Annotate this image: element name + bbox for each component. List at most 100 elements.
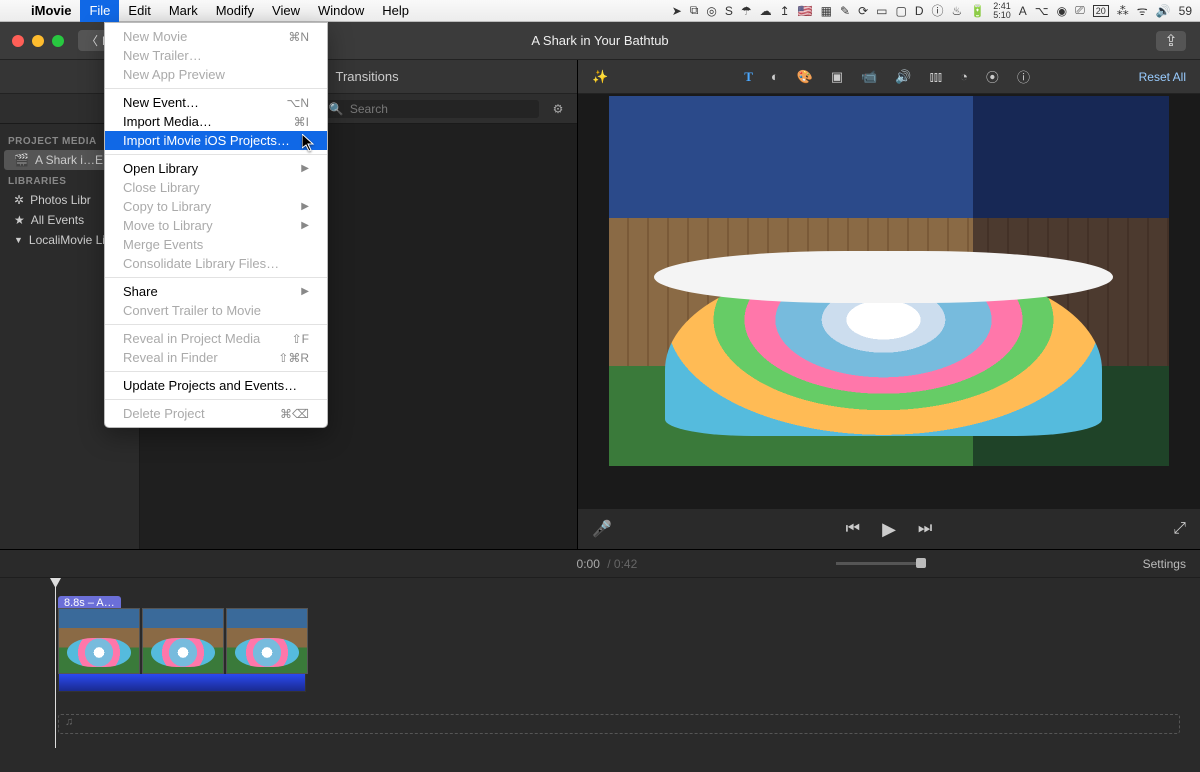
flower-icon: ✲ [14, 193, 24, 207]
zoom-window[interactable] [52, 35, 64, 47]
timeline-duration: / 0:42 [604, 557, 637, 571]
stabilize-icon[interactable]: 📹 [861, 69, 877, 85]
battery-icon: 🔋 [970, 4, 985, 18]
date-icon: 20 [1093, 5, 1109, 17]
play-button[interactable]: ▶ [882, 519, 896, 540]
location-icon: ➤ [672, 4, 682, 18]
timeline-audio[interactable] [58, 674, 306, 692]
bt-icon: ⁂ [1117, 4, 1129, 18]
cc-icon: ◎ [706, 4, 716, 18]
d-icon: D [915, 4, 924, 18]
menu-view[interactable]: View [263, 0, 309, 22]
display-icon: ▭ [876, 4, 887, 18]
viewer[interactable] [578, 94, 1200, 509]
speed-icon[interactable]: ◔ [960, 69, 968, 84]
airplay-icon: ▢ [895, 4, 906, 18]
zoom-slider[interactable] [836, 562, 926, 565]
search-input[interactable]: 🔍Search [321, 100, 539, 118]
menu-share[interactable]: Share▶ [105, 282, 327, 301]
menu-delete-project[interactable]: Delete Project⌘⌫ [105, 404, 327, 423]
color-correction-icon[interactable]: 🎨 [797, 69, 813, 85]
timeline-panel: 0:00 / 0:42 Settings 8.8s – A… ♫ [0, 549, 1200, 772]
viewer-frame [609, 96, 1169, 466]
menu-edit[interactable]: Edit [119, 0, 159, 22]
screen-icon: ⎚ [1075, 3, 1085, 18]
menu-new-movie[interactable]: New Movie⌘N [105, 27, 327, 46]
tab-transitions[interactable]: Transitions [335, 69, 398, 84]
menu-import-media[interactable]: Import Media…⌘I [105, 112, 327, 131]
battery-pct: 59 [1179, 4, 1192, 18]
prev-button[interactable]: ⏮ [846, 520, 860, 538]
menu-reveal-finder[interactable]: Reveal in Finder⇧⌘R [105, 348, 327, 367]
menu-new-trailer[interactable]: New Trailer… [105, 46, 327, 65]
menu-copy-to-library[interactable]: Copy to Library▶ [105, 197, 327, 216]
timeline-clip[interactable] [142, 608, 224, 674]
equalizer-icon[interactable]: ⫾⫾⫾ [930, 69, 942, 85]
flame-icon: ♨ [952, 4, 963, 18]
cloud-icon: ☁ [760, 4, 772, 18]
menu-window[interactable]: Window [309, 0, 373, 22]
menu-mark[interactable]: Mark [160, 0, 207, 22]
voiceover-button[interactable]: 🎤 [592, 519, 612, 539]
disclosure-icon: ▼ [14, 235, 23, 245]
dropbox-icon: ⧉ [690, 3, 699, 18]
title-tool-icon[interactable]: T [744, 69, 753, 85]
up-icon: ↥ [780, 4, 790, 18]
clapper-icon: 🎬 [14, 153, 29, 167]
magic-wand-icon[interactable]: ✨ [592, 69, 608, 85]
tool-icon: ⌥ [1035, 4, 1049, 18]
chevron-left-icon: 〈 [86, 32, 98, 49]
next-button[interactable]: ⏭ [918, 520, 932, 538]
crop-icon[interactable]: ▣ [831, 69, 843, 85]
a-icon: A [1019, 4, 1027, 18]
menu-convert-trailer[interactable]: Convert Trailer to Movie [105, 301, 327, 320]
timeline-drop-zone[interactable]: ♫ [58, 714, 1180, 734]
timeline-settings-button[interactable]: Settings [1143, 557, 1186, 571]
share-button[interactable]: ⇪ [1156, 31, 1186, 51]
playback-controls: 🎤 ⏮ ▶ ⏭ ⤢ [578, 509, 1200, 549]
menu-move-to-library[interactable]: Move to Library▶ [105, 216, 327, 235]
volume-icon: 🔊 [1156, 4, 1171, 18]
filter-icon[interactable]: ⦿ [986, 67, 999, 86]
menu-close-library[interactable]: Close Library [105, 178, 327, 197]
app-name[interactable]: iMovie [22, 3, 80, 18]
menu-new-app-preview[interactable]: New App Preview [105, 65, 327, 84]
wifi-icon: ᯤ [1137, 2, 1148, 19]
info-tool-icon[interactable]: ⓘ [1017, 67, 1030, 86]
s-icon: S [725, 4, 733, 18]
share-icon: ⇪ [1164, 31, 1177, 51]
timeline-clips[interactable] [58, 608, 1200, 674]
timeline[interactable]: 8.8s – A… ♫ [0, 578, 1200, 748]
mouse-cursor [302, 134, 316, 152]
menu-import-ios-projects[interactable]: Import iMovie iOS Projects… [105, 131, 327, 150]
reset-all-button[interactable]: Reset All [1139, 70, 1186, 84]
menu-open-library[interactable]: Open Library▶ [105, 159, 327, 178]
refresh-icon: ⟳ [858, 4, 868, 18]
mac-menubar: iMovie File Edit Mark Modify View Window… [0, 0, 1200, 22]
volume-tool-icon[interactable]: 🔊 [895, 69, 911, 85]
sync-icon: ◉ [1057, 4, 1067, 18]
timeline-clip[interactable] [58, 608, 140, 674]
menu-update-projects[interactable]: Update Projects and Events… [105, 376, 327, 395]
playhead[interactable] [55, 578, 56, 748]
menubar-tray: ➤ ⧉ ◎ S ☂ ☁ ↥ 🇺🇸 ▦ ✎ ⟳ ▭ ▢ D ⓘ ♨ 🔋 2:415… [672, 2, 1200, 20]
menu-help[interactable]: Help [373, 0, 418, 22]
file-menu-dropdown: New Movie⌘N New Trailer… New App Preview… [104, 22, 328, 428]
menu-reveal-project[interactable]: Reveal in Project Media⇧F [105, 329, 327, 348]
menu-modify[interactable]: Modify [207, 0, 263, 22]
menubar-clock: 2:415:10 [993, 2, 1011, 20]
menu-consolidate[interactable]: Consolidate Library Files… [105, 254, 327, 273]
close-window[interactable] [12, 35, 24, 47]
menu-merge-events[interactable]: Merge Events [105, 235, 327, 254]
browser-settings-button[interactable]: ⚙ [549, 102, 567, 116]
timeline-clip[interactable] [226, 608, 308, 674]
evernote-icon: ✎ [840, 4, 850, 18]
timeline-position: 0:00 [577, 557, 600, 571]
fullscreen-button[interactable]: ⤢ [1173, 520, 1186, 538]
minimize-window[interactable] [32, 35, 44, 47]
menu-new-event[interactable]: New Event…⌥N [105, 93, 327, 112]
menu-file[interactable]: File [80, 0, 119, 22]
viewer-tools: ✨ T ◐ 🎨 ▣ 📹 🔊 ⫾⫾⫾ ◔ ⦿ ⓘ Reset All [578, 60, 1200, 94]
color-balance-icon[interactable]: ◐ [771, 69, 779, 84]
traffic-lights[interactable] [0, 35, 64, 47]
